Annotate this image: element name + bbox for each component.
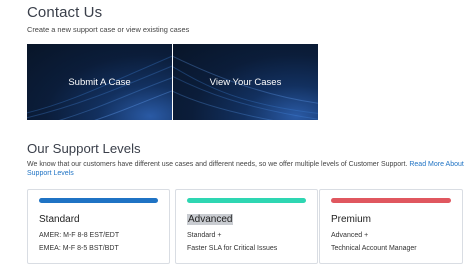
card-line: Standard + <box>187 232 222 239</box>
card-title: Advanced <box>187 214 234 225</box>
color-bar <box>331 198 451 203</box>
color-bar <box>39 198 158 203</box>
view-cases-button[interactable]: View Your Cases <box>173 44 318 120</box>
card-title: Premium <box>331 214 372 225</box>
card-line: Technical Account Manager <box>331 245 417 252</box>
submit-case-button[interactable]: Submit A Case <box>27 44 172 120</box>
support-levels-description: We know that our customers have differen… <box>27 161 464 177</box>
card-title: Standard <box>39 214 80 225</box>
support-card-standard: Standard AMER: M-F 8-8 EST/EDT EMEA: M-F… <box>27 189 170 264</box>
support-levels-title: Our Support Levels <box>27 141 141 156</box>
color-bar <box>187 198 306 203</box>
card-line: Faster SLA for Critical Issues <box>187 245 278 252</box>
card-line: AMER: M-F 8-8 EST/EDT <box>39 232 120 239</box>
view-cases-label: View Your Cases <box>209 77 282 88</box>
page-title: Contact Us <box>27 4 103 21</box>
card-line: Advanced + <box>331 232 369 239</box>
support-card-advanced: Advanced Standard + Faster SLA for Criti… <box>175 189 318 264</box>
submit-case-label: Submit A Case <box>68 77 131 88</box>
support-card-premium: Premium Advanced + Technical Account Man… <box>319 189 463 264</box>
card-line: EMEA: M-F 8-5 BST/BDT <box>39 245 119 252</box>
page-subtitle: Create a new support case or view existi… <box>27 25 190 34</box>
